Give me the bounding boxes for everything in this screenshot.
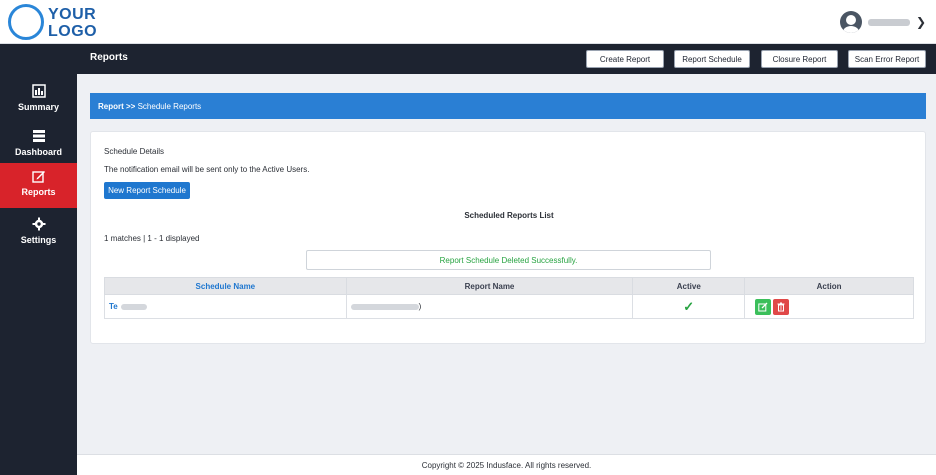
- sidebar-item-label: Dashboard: [14, 147, 62, 157]
- user-name-redacted: [867, 18, 910, 26]
- report-schedule-button[interactable]: Report Schedule: [674, 50, 750, 68]
- sidebar-item-reports[interactable]: Reports: [0, 163, 77, 208]
- schedule-name-cell[interactable]: Te: [104, 294, 347, 319]
- scan-error-report-button[interactable]: Scan Error Report: [848, 50, 926, 68]
- success-message: Report Schedule Deleted Successfully.: [306, 250, 711, 270]
- logo-line-1: YOUR: [48, 6, 97, 23]
- sidebar-item-dashboard[interactable]: Dashboard: [0, 123, 77, 167]
- breadcrumb-current: Schedule Reports: [137, 102, 202, 111]
- active-cell: ✓: [632, 294, 746, 319]
- action-cell: [744, 294, 914, 319]
- header-action: Action: [744, 277, 914, 295]
- sidebar-item-summary[interactable]: Summary: [0, 78, 77, 122]
- sidebar-item-label: Summary: [17, 102, 60, 112]
- create-report-button[interactable]: Create Report: [586, 50, 664, 68]
- header-report-name: Report Name: [345, 277, 634, 295]
- page-header-bar: Reports Create Report Report Schedule Cl…: [77, 44, 936, 74]
- section-title: Schedule Details: [104, 147, 165, 156]
- footer: Copyright © 2025 Indusface. All rights r…: [77, 454, 936, 475]
- page-title: Reports: [90, 52, 128, 63]
- notification-note: The notification email will be sent only…: [104, 165, 310, 174]
- dashboard-icon: [32, 130, 45, 142]
- logo-ring-icon: [8, 4, 44, 40]
- new-report-schedule-button[interactable]: New Report Schedule: [104, 182, 190, 199]
- chevron-down-icon[interactable]: ❯: [916, 15, 926, 29]
- summary-icon: [31, 84, 46, 98]
- header-schedule-name[interactable]: Schedule Name: [104, 277, 347, 295]
- logo-line-2: LOGO: [48, 23, 98, 40]
- reports-icon: [31, 171, 45, 183]
- user-menu[interactable]: ❯: [839, 11, 926, 33]
- header-active: Active: [632, 277, 746, 295]
- sidebar-item-label: Settings: [20, 235, 57, 245]
- schedule-name-link[interactable]: Te: [109, 302, 118, 311]
- delete-button[interactable]: [773, 298, 790, 315]
- trash-icon: [777, 302, 785, 311]
- table-row: Te ) ✓: [104, 294, 914, 319]
- matches-count: 1 matches | 1 - 1 displayed: [104, 234, 200, 243]
- report-name-text: ): [418, 302, 422, 311]
- sidebar: Summary Dashboard Reports Settings: [0, 44, 77, 475]
- top-header: YOUR LOGO ❯: [0, 0, 936, 44]
- edit-icon: [758, 302, 768, 311]
- table-header-row: Schedule Name Report Name Active Action: [104, 277, 914, 295]
- breadcrumb-root[interactable]: Report >>: [98, 102, 135, 111]
- scheduled-reports-table: Schedule Name Report Name Active Action …: [104, 277, 914, 319]
- avatar-icon[interactable]: [839, 11, 862, 33]
- list-title: Scheduled Reports List: [464, 211, 554, 220]
- schedule-card: Schedule Details The notification email …: [90, 131, 926, 344]
- logo[interactable]: YOUR LOGO: [8, 4, 98, 42]
- settings-icon: [32, 217, 45, 231]
- sidebar-item-settings[interactable]: Settings: [0, 211, 77, 255]
- redacted-text: [120, 303, 147, 310]
- check-icon: ✓: [683, 298, 695, 314]
- logo-text: YOUR LOGO: [48, 6, 97, 40]
- report-name-cell: ): [345, 294, 634, 319]
- closure-report-button[interactable]: Closure Report: [761, 50, 838, 68]
- sidebar-item-label: Reports: [21, 187, 56, 197]
- redacted-text: [350, 303, 419, 310]
- edit-button[interactable]: [755, 298, 772, 315]
- breadcrumb: Report >> Schedule Reports: [90, 93, 926, 119]
